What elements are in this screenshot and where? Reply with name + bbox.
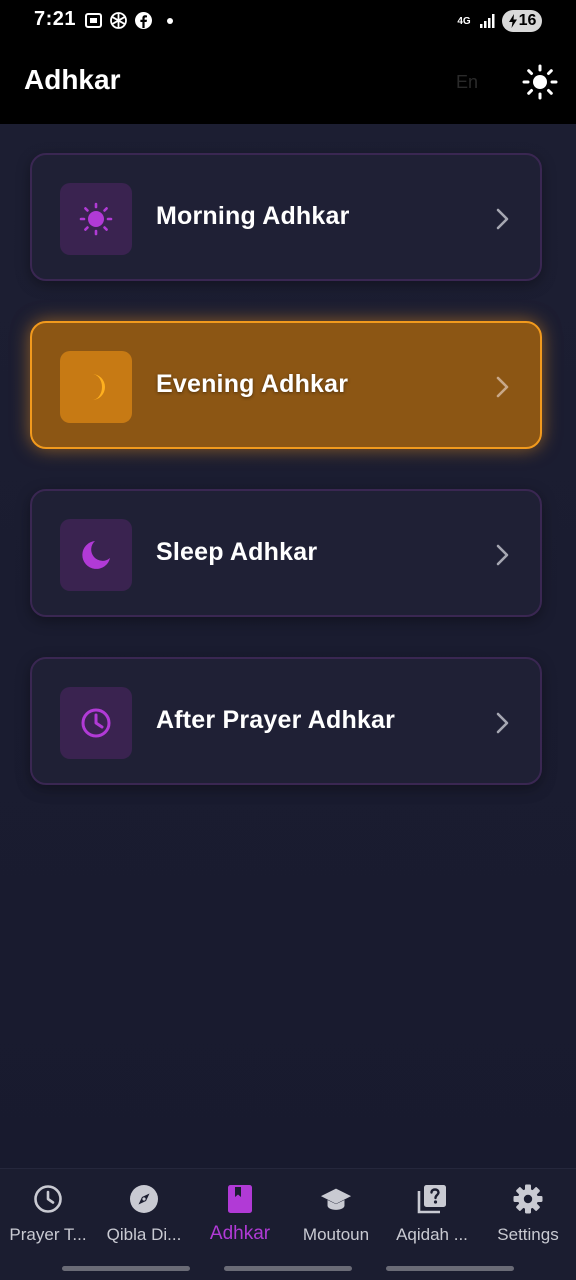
nav-item-adhkar[interactable]: Adhkar xyxy=(192,1169,288,1259)
evening-adhkar-card[interactable]: Evening Adhkar xyxy=(30,321,542,449)
graduation-cap-icon xyxy=(320,1183,352,1215)
nav-label-aqidah: Aqidah ... xyxy=(396,1225,468,1244)
nav-item-moutoun[interactable]: Moutoun xyxy=(288,1169,384,1259)
after-prayer-adhkar-card[interactable]: After Prayer Adhkar xyxy=(30,657,542,785)
network-type: 4G xyxy=(457,15,471,27)
book-icon xyxy=(224,1183,256,1215)
bottom-navigation: Prayer T... Qibla Di... Adhkar Moutoun A… xyxy=(0,1168,576,1280)
status-notification-icons xyxy=(84,11,173,30)
after-prayer-adhkar-label: After Prayer Adhkar xyxy=(156,706,396,734)
nav-label-prayer-times: Prayer T... xyxy=(9,1225,87,1244)
after-prayer-icon-box xyxy=(60,687,132,759)
nav-item-prayer-times[interactable]: Prayer T... xyxy=(0,1169,96,1259)
status-time: 7:21 xyxy=(34,8,77,30)
sun-icon xyxy=(79,202,113,236)
signal-icon xyxy=(477,12,496,31)
chevron-right-icon xyxy=(496,208,509,230)
morning-adhkar-card[interactable]: Morning Adhkar xyxy=(30,153,542,281)
app-bar: Adhkar En xyxy=(0,44,576,124)
morning-icon-box xyxy=(60,183,132,255)
nav-item-settings[interactable]: Settings xyxy=(480,1169,576,1259)
sleep-icon-box xyxy=(60,519,132,591)
nav-item-aqidah[interactable]: Aqidah ... xyxy=(384,1169,480,1259)
chevron-right-icon xyxy=(496,544,509,566)
chevron-right-icon xyxy=(496,712,509,734)
compass-icon xyxy=(128,1183,160,1215)
gesture-indicator xyxy=(62,1266,190,1271)
gear-icon xyxy=(512,1183,544,1215)
page-title: Adhkar xyxy=(24,64,121,95)
status-system-icons: 4G 16 xyxy=(457,10,542,32)
gesture-indicator xyxy=(224,1266,352,1271)
clock-icon xyxy=(32,1183,64,1215)
nav-label-adhkar: Adhkar xyxy=(209,1223,271,1244)
battery-level: 16 xyxy=(518,12,537,29)
facebook-icon xyxy=(134,11,153,30)
adhkar-screen: 7:21 4G 16 Adhkar En Morning Adhkar Even… xyxy=(0,0,576,1280)
evening-icon-box xyxy=(60,351,132,423)
sleep-adhkar-label: Sleep Adhkar xyxy=(156,538,318,566)
nav-label-moutoun: Moutoun xyxy=(302,1225,370,1244)
notification-dot-icon xyxy=(167,17,173,24)
battery-indicator: 16 xyxy=(502,10,542,32)
nav-label-settings: Settings xyxy=(497,1225,559,1244)
gesture-indicator xyxy=(386,1266,514,1271)
clock-icon xyxy=(81,708,111,738)
screenshot-icon xyxy=(84,11,103,30)
chevron-right-icon xyxy=(496,376,509,398)
morning-adhkar-label: Morning Adhkar xyxy=(156,202,350,230)
quiz-icon xyxy=(416,1183,448,1215)
theme-toggle-button[interactable] xyxy=(520,62,560,102)
sleep-adhkar-card[interactable]: Sleep Adhkar xyxy=(30,489,542,617)
status-bar: 7:21 4G 16 xyxy=(0,0,576,44)
nav-label-qibla-direction: Qibla Di... xyxy=(106,1225,182,1244)
crescent-moon-icon xyxy=(92,374,105,400)
charging-icon xyxy=(508,14,517,28)
moon-icon xyxy=(82,541,110,569)
nav-item-qibla-direction[interactable]: Qibla Di... xyxy=(96,1169,192,1259)
openai-icon xyxy=(109,11,128,30)
language-toggle-button[interactable]: En xyxy=(456,72,478,93)
sun-icon xyxy=(522,64,558,100)
evening-adhkar-label: Evening Adhkar xyxy=(156,370,349,398)
